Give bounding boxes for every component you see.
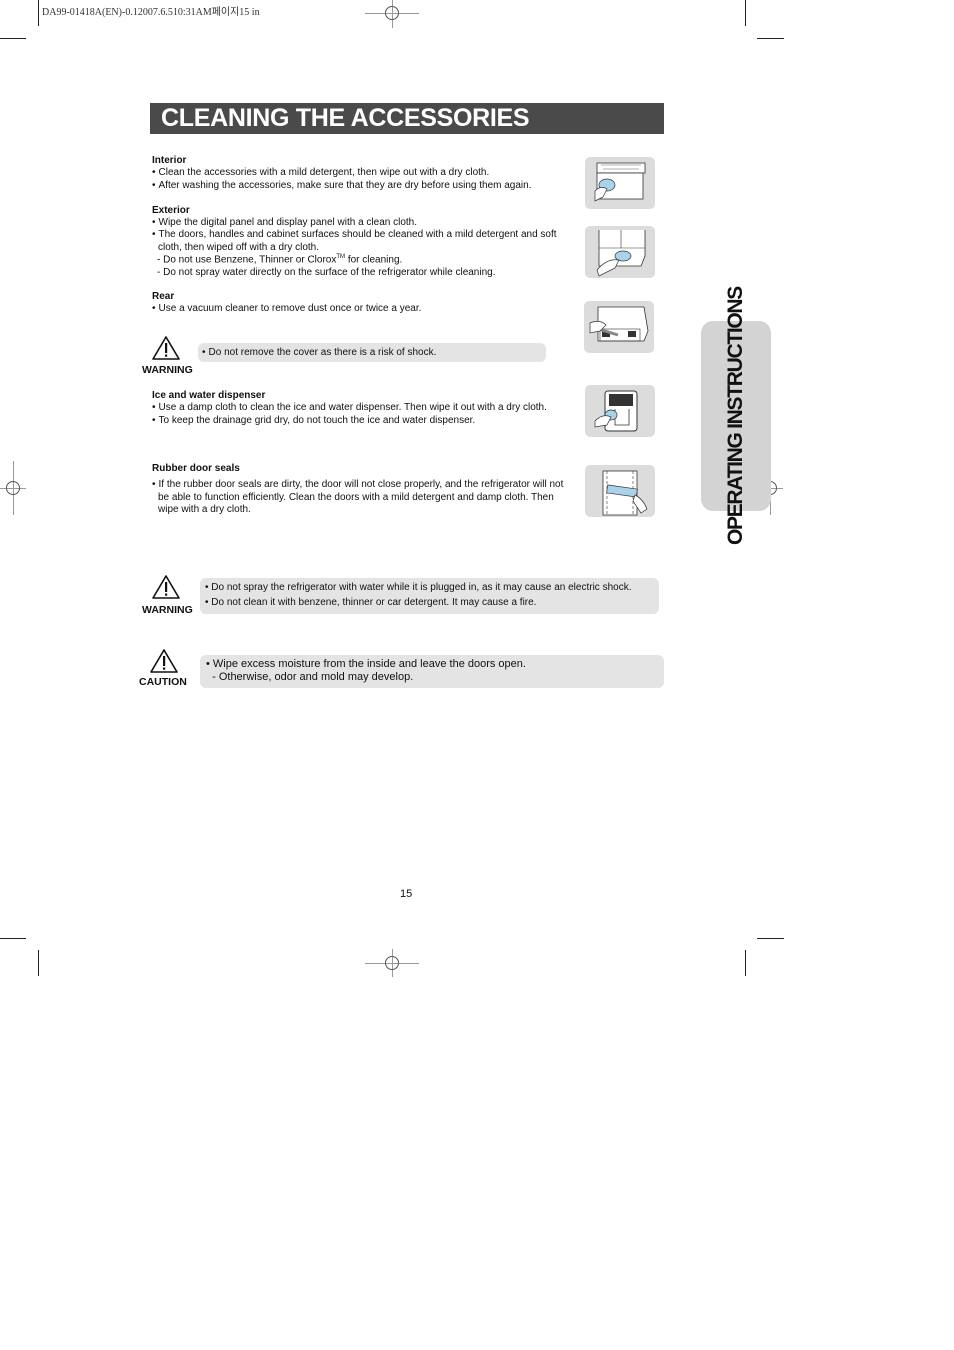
door-seal-icon: [602, 470, 648, 516]
list-item: Clean the accessories with a mild deterg…: [152, 167, 490, 178]
crop-mark: [757, 38, 784, 39]
crop-mark: [0, 938, 26, 939]
fridge-exterior-icon: [596, 230, 646, 277]
crop-mark: [0, 38, 26, 39]
exterior-heading: Exterior: [152, 205, 190, 216]
crop-mark: [745, 950, 746, 976]
crop-mark: [745, 0, 746, 26]
list-item: Wipe the digital panel and display panel…: [152, 217, 418, 228]
rear-heading: Rear: [152, 291, 175, 302]
list-item: Use a vacuum cleaner to remove dust once…: [152, 303, 422, 314]
dispenser-icon: [594, 390, 638, 432]
page-number: 15: [400, 888, 413, 900]
page-title: CLEANING THE ACCESSORIES: [161, 104, 530, 132]
warning-note: Do not remove the cover as there is a ri…: [198, 343, 546, 362]
warning-note: • Do not spray the refrigerator with wat…: [200, 578, 659, 614]
ice-water-heading: Ice and water dispenser: [152, 390, 266, 401]
interior-heading: Interior: [152, 155, 187, 166]
dispenser-cleaning-illustration: [585, 385, 655, 437]
list-item-continued: be able to function efficiently. Clean t…: [158, 492, 554, 503]
fridge-interior-icon: [594, 162, 646, 202]
side-tab-label: OPERATING INSTRUCTIONS: [724, 286, 747, 546]
caution-label: CAUTION: [139, 676, 187, 688]
warning-label: WARNING: [142, 604, 193, 616]
exterior-cleaning-illustration: [585, 226, 655, 278]
door-seal-cleaning-illustration: [585, 465, 655, 517]
warning-icon: [152, 336, 180, 360]
list-item: Use a damp cloth to clean the ice and wa…: [152, 402, 547, 413]
list-item-continued: cloth, then wiped off with a dry cloth.: [158, 242, 320, 253]
fridge-rear-icon: [589, 306, 649, 342]
list-item: The doors, handles and cabinet surfaces …: [152, 229, 557, 240]
list-item: If the rubber door seals are dirty, the …: [152, 479, 564, 490]
registration-mark: [6, 481, 20, 495]
warning-icon: [152, 575, 180, 599]
registration-mark: [385, 6, 399, 20]
interior-cleaning-illustration: [585, 157, 655, 209]
list-item-continued: wipe with a dry cloth.: [158, 504, 251, 515]
caution-note: • Wipe excess moisture from the inside a…: [200, 655, 664, 688]
registration-mark: [385, 956, 399, 970]
rubber-seals-heading: Rubber door seals: [152, 463, 240, 474]
list-item: After washing the accessories, make sure…: [152, 180, 532, 191]
warning-label: WARNING: [142, 364, 193, 376]
page-title-bar: CLEANING THE ACCESSORIES: [150, 103, 664, 134]
list-item: To keep the drainage grid dry, do not to…: [152, 415, 476, 426]
crop-mark: [38, 950, 39, 976]
crop-mark: [38, 0, 39, 26]
caution-icon: [150, 649, 178, 673]
rear-cleaning-illustration: [584, 301, 654, 353]
sub-item: - Do not use Benzene, Thinner or CloroxT…: [157, 254, 403, 266]
crop-mark: [757, 938, 784, 939]
sub-item: - Do not spray water directly on the sur…: [157, 267, 496, 278]
side-tab: OPERATING INSTRUCTIONS: [701, 287, 771, 545]
print-header: DA99-01418A(EN)-0.12007.6.510:31AM페이지15 …: [42, 7, 260, 18]
